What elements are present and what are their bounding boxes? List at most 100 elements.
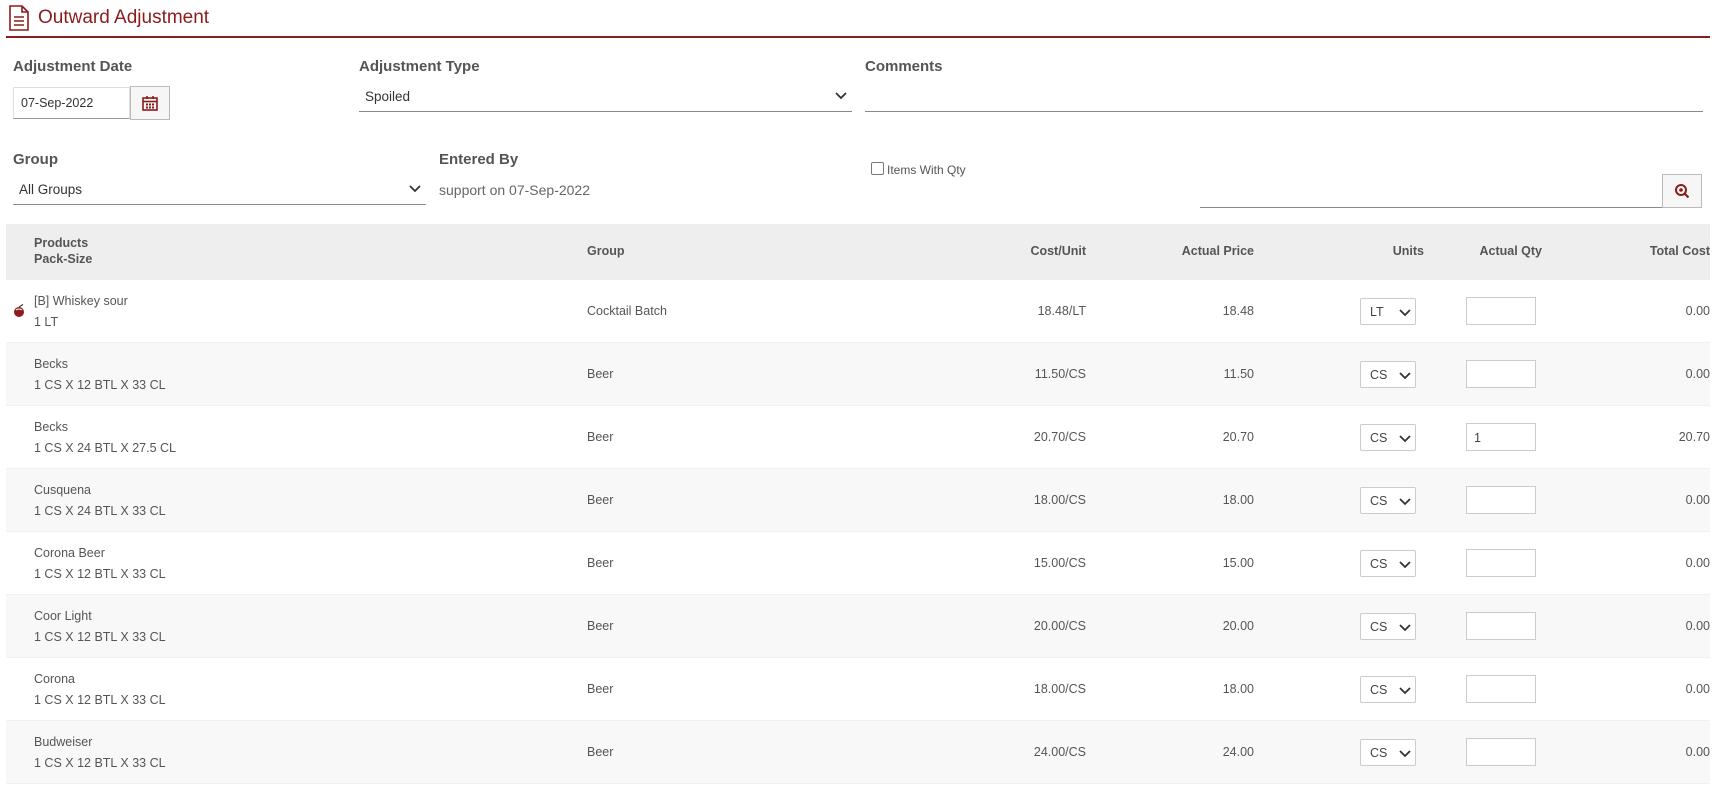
chevron-down-icon (1399, 561, 1411, 569)
actual-qty-input[interactable] (1466, 549, 1536, 577)
product-cost-unit: 20.00/CS (1033, 619, 1086, 633)
cocktail-batch-icon (14, 304, 24, 317)
product-name: Becks (34, 357, 69, 371)
adjustment-date-label: Adjustment Date (13, 58, 133, 75)
product-pack-size: 1 CS X 12 BTL X 33 CL (34, 630, 166, 644)
product-name: Cusquena (34, 483, 91, 497)
product-pack-size: 1 CS X 12 BTL X 33 CL (34, 567, 166, 581)
units-value: CS (1370, 620, 1388, 634)
product-name: Corona Beer (34, 546, 105, 560)
page-header: Outward Adjustment (6, 0, 1710, 38)
group-value: All Groups (19, 182, 83, 197)
product-group: Beer (587, 493, 614, 507)
table-row: Budweiser 1 CS X 12 BTL X 33 CL Beer 24.00/… (6, 721, 1710, 784)
units-value: CS (1370, 431, 1388, 445)
actual-qty-input[interactable] (1466, 675, 1536, 703)
product-cost-unit: 18.00/CS (1033, 682, 1086, 696)
units-select[interactable]: CS (1360, 613, 1416, 640)
header-group: Group (587, 244, 625, 258)
product-actual-price: 24.00 (1222, 745, 1254, 759)
chevron-down-icon (1399, 435, 1411, 443)
units-select[interactable]: CS (1360, 424, 1416, 451)
product-actual-price: 18.48 (1222, 304, 1254, 318)
product-pack-size: 1 CS X 12 BTL X 33 CL (34, 756, 166, 770)
product-total-cost: 0.00 (1685, 619, 1710, 633)
actual-qty-input[interactable] (1466, 738, 1536, 766)
product-cost-unit: 15.00/CS (1033, 556, 1086, 570)
table-body: [B] Whiskey sour 1 LT Cocktail Batch 18.48/… (6, 280, 1710, 784)
product-group: Beer (587, 745, 614, 759)
header-cost-unit: Cost/Unit (1030, 244, 1086, 258)
table-row: Corona Beer 1 CS X 12 BTL X 33 CL Beer 15.0… (6, 532, 1710, 595)
table-row: [B] Whiskey sour 1 LT Cocktail Batch 18.48/… (6, 280, 1710, 343)
entered-by-value: support on 07-Sep-2022 (439, 182, 590, 198)
product-group: Beer (587, 619, 614, 633)
header-pack-size: Pack-Size (34, 252, 93, 266)
product-name: Becks (34, 420, 69, 434)
product-pack-size: 1 CS X 24 BTL X 27.5 CL (34, 441, 176, 455)
product-total-cost: 0.00 (1685, 304, 1710, 318)
search-input[interactable] (1200, 178, 1662, 208)
units-select[interactable]: CS (1360, 487, 1416, 514)
calendar-icon (142, 96, 158, 111)
product-actual-price: 20.00 (1222, 619, 1254, 633)
units-select[interactable]: LT (1360, 298, 1416, 325)
chevron-down-icon (409, 185, 421, 193)
product-group: Cocktail Batch (587, 304, 667, 318)
units-select[interactable]: CS (1360, 739, 1416, 766)
search-button[interactable] (1662, 174, 1702, 208)
product-actual-price: 15.00 (1222, 556, 1254, 570)
product-name: Coor Light (34, 609, 92, 623)
product-cost-unit: 24.00/CS (1033, 745, 1086, 759)
items-with-qty-label: Items With Qty (887, 163, 966, 177)
product-cost-unit: 20.70/CS (1033, 430, 1086, 444)
calendar-button[interactable] (130, 86, 170, 120)
actual-qty-input[interactable]: 1 (1466, 423, 1536, 451)
chevron-down-icon (1399, 624, 1411, 632)
chevron-down-icon (1399, 498, 1411, 506)
product-group: Beer (587, 430, 614, 444)
chevron-down-icon (835, 92, 847, 100)
actual-qty-input[interactable] (1466, 612, 1536, 640)
table-row: Cusquena 1 CS X 24 BTL X 33 CL Beer 18.00/C… (6, 469, 1710, 532)
comments-input[interactable] (865, 84, 1703, 112)
product-group: Beer (587, 367, 614, 381)
adjustment-type-select[interactable] (359, 84, 852, 112)
header-actual-price: Actual Price (1181, 244, 1254, 258)
product-pack-size: 1 CS X 12 BTL X 33 CL (34, 378, 166, 392)
units-select[interactable]: CS (1360, 361, 1416, 388)
actual-qty-input[interactable] (1466, 486, 1536, 514)
product-cost-unit: 11.50/CS (1034, 367, 1086, 381)
product-actual-price: 18.00 (1222, 493, 1254, 507)
entered-by-label: Entered By (439, 151, 519, 168)
chevron-down-icon (1399, 687, 1411, 695)
header-actual-qty: Actual Qty (1479, 244, 1542, 258)
header-products: Products (34, 236, 89, 250)
page-title: Outward Adjustment (38, 7, 210, 28)
product-pack-size: 1 LT (34, 315, 59, 329)
product-name: [B] Whiskey sour (34, 294, 128, 308)
actual-qty-input[interactable] (1466, 297, 1536, 325)
units-value: CS (1370, 746, 1388, 760)
chevron-down-icon (1399, 309, 1411, 317)
group-label: Group (13, 151, 58, 168)
units-value: CS (1370, 557, 1388, 571)
header-total-cost: Total Cost (1649, 244, 1710, 258)
product-group: Beer (587, 556, 614, 570)
adjustment-date-input[interactable]: 07-Sep-2022 (13, 87, 130, 119)
table-row: Becks 1 CS X 12 BTL X 33 CL Beer 11.50/CS 11… (6, 343, 1710, 406)
units-value: LT (1370, 305, 1384, 319)
adjustment-type-value: Spoiled (365, 89, 411, 104)
product-total-cost: 0.00 (1685, 682, 1710, 696)
units-value: CS (1370, 368, 1388, 382)
units-value: CS (1370, 683, 1388, 697)
units-select[interactable]: CS (1360, 676, 1416, 703)
comments-label: Comments (865, 58, 943, 75)
products-table: Products Pack-Size Group Cost/Unit Actua… (6, 224, 1710, 784)
product-cost-unit: 18.48/LT (1037, 304, 1086, 318)
document-icon (9, 5, 29, 31)
product-name: Budweiser (34, 735, 93, 749)
units-select[interactable]: CS (1360, 550, 1416, 577)
items-with-qty-checkbox[interactable] (871, 162, 884, 175)
actual-qty-input[interactable] (1466, 360, 1536, 388)
